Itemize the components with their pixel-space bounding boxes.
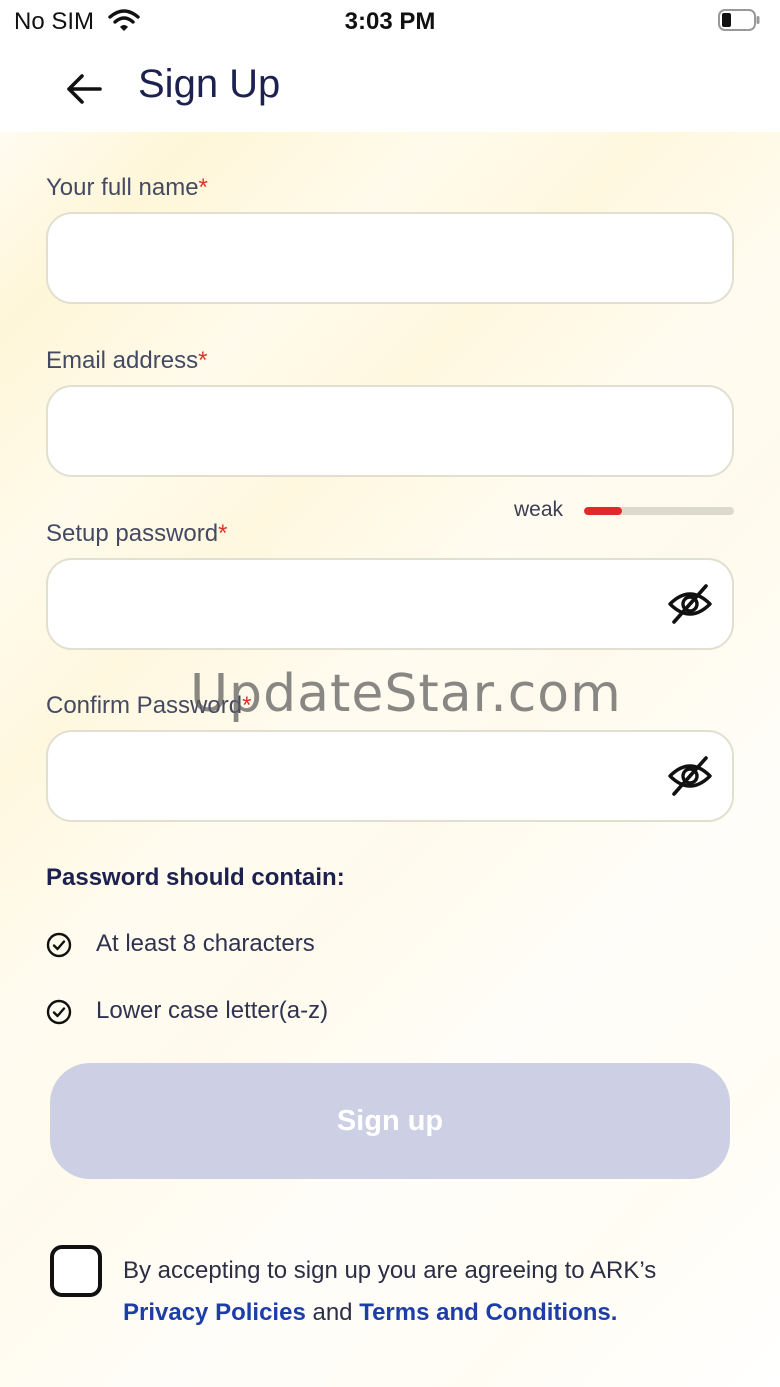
status-bar: No SIM 3:03 PM <box>0 0 780 44</box>
required-mark: * <box>198 174 208 201</box>
email-label: Email address* <box>46 347 208 374</box>
password-strength-meter <box>584 507 734 515</box>
required-mark: * <box>242 692 252 719</box>
back-arrow-icon[interactable] <box>62 66 108 112</box>
password-strength-label: weak <box>514 498 564 521</box>
check-circle-icon <box>46 999 72 1025</box>
clock: 3:03 PM <box>344 8 436 35</box>
agreement-text: By accepting to sign up you are agreeing… <box>123 1250 743 1334</box>
requirement-text: Lower case letter(a-z) <box>96 997 329 1024</box>
password-strength-fill <box>584 507 622 515</box>
password-field[interactable] <box>46 558 734 650</box>
full-name-label: Your full name* <box>46 174 208 201</box>
page-title: Sign Up <box>138 62 281 106</box>
agreement-prefix: By accepting to sign up you are agreeing… <box>123 1257 657 1284</box>
terms-checkbox[interactable] <box>50 1245 102 1297</box>
app-header: Sign Up <box>0 44 780 132</box>
sign-up-button[interactable]: Sign up <box>50 1063 730 1179</box>
confirm-password-label: Confirm Password* <box>46 692 252 719</box>
confirm-password-field[interactable] <box>46 730 734 822</box>
privacy-policies-link[interactable]: Privacy Policies <box>123 1299 306 1326</box>
confirm-password-input[interactable] <box>68 732 672 822</box>
required-mark: * <box>218 520 228 547</box>
full-name-field[interactable] <box>46 212 734 304</box>
check-circle-icon <box>46 932 72 958</box>
email-input[interactable] <box>68 387 672 477</box>
eye-off-icon[interactable] <box>666 754 714 798</box>
password-requirements-title: Password should contain: <box>46 864 345 891</box>
required-mark: * <box>198 347 208 374</box>
battery-icon <box>718 9 760 31</box>
full-name-input[interactable] <box>68 214 672 304</box>
agreement-connector: and <box>312 1299 353 1326</box>
email-field[interactable] <box>46 385 734 477</box>
password-label: Setup password* <box>46 520 228 547</box>
password-input[interactable] <box>68 560 672 650</box>
terms-link[interactable]: Terms and Conditions. <box>359 1299 617 1326</box>
eye-off-icon[interactable] <box>666 582 714 626</box>
requirement-text: At least 8 characters <box>96 930 315 957</box>
